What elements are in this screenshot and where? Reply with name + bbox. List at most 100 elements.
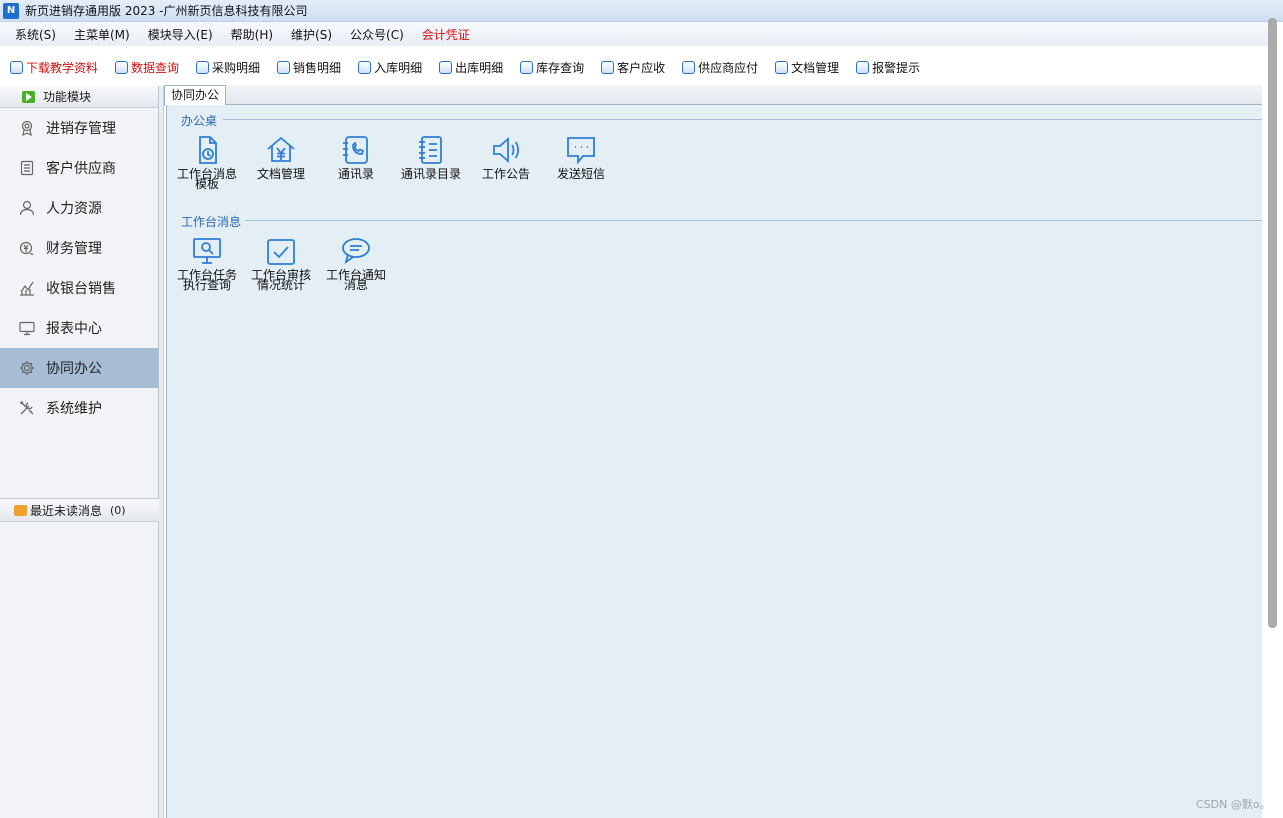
monitor-icon [19, 320, 35, 336]
toolbar-document-management[interactable]: 文档管理 [775, 59, 839, 76]
group-divider [245, 220, 1262, 221]
watermark: CSDN @默o。 [1196, 798, 1271, 811]
sidebar-item-collaboration[interactable]: 协同办公 [0, 348, 158, 388]
group-divider [223, 119, 1262, 120]
speaker-icon [493, 137, 520, 163]
tile-send-sms[interactable]: 发送短信 [541, 135, 621, 181]
clipboard-icon [19, 160, 35, 176]
group-title-workbench-messages: 工作台消息 [181, 213, 245, 230]
document-clock-icon [199, 136, 217, 164]
sidebar-item-label: 系统维护 [46, 401, 102, 417]
toolbar-label: 报警提示 [872, 60, 921, 75]
toolbar-inbound-detail[interactable]: 入库明细 [358, 59, 422, 76]
checkbox-icon [520, 60, 534, 74]
unread-count: (0) [110, 503, 126, 517]
menu-accounting-voucher[interactable]: 会计凭证 [413, 26, 479, 43]
group-title-desk: 办公桌 [181, 112, 221, 129]
menu-maintain[interactable]: 维护(S) [282, 26, 341, 43]
recent-unread-messages[interactable]: 最近未读消息 (0) [0, 498, 159, 522]
tile-label: 工作台消息 模板 [176, 167, 237, 191]
toolbar-sales-detail[interactable]: 销售明细 [277, 59, 341, 76]
play-icon [22, 90, 35, 103]
monitor-search-icon [193, 238, 221, 264]
sidebar-item-reports[interactable]: 报表中心 [0, 308, 158, 348]
sidebar-item-label: 财务管理 [46, 241, 102, 257]
medal-icon [19, 120, 35, 136]
menu-module-import[interactable]: 模块导入(E) [139, 26, 222, 43]
tab-collaboration[interactable]: 协同办公 [164, 85, 227, 106]
chart-icon [19, 280, 35, 296]
toolbar-label: 出库明细 [455, 60, 504, 75]
unread-label: 最近未读消息 [30, 503, 103, 518]
checkbox-icon [115, 60, 129, 74]
menu-official-account[interactable]: 公众号(C) [341, 26, 413, 43]
toolbar-outbound-detail[interactable]: 出库明细 [439, 59, 503, 76]
toolbar-label: 入库明细 [374, 60, 423, 75]
module-sidebar: 功能模块 进销存管理 客户供应商 人力资源 财务管理 收银台销售 报表中心 协同… [0, 86, 159, 818]
sidebar-header-label: 功能模块 [43, 90, 92, 104]
tile-label: 发送短信 [556, 167, 605, 181]
tile-document-management[interactable]: 文档管理 [241, 135, 321, 181]
toolbar-receivables[interactable]: 客户应收 [601, 59, 665, 76]
checkbox-icon [196, 60, 210, 74]
toolbar-download-materials[interactable]: 下载教学资料 [10, 59, 98, 76]
quick-toolbar: 下载教学资料 数据查询 采购明细 销售明细 入库明细 出库明细 库存查询 客户应… [0, 54, 1270, 80]
checkbox-icon [277, 60, 291, 74]
toolbar-data-query[interactable]: 数据查询 [115, 59, 179, 76]
person-icon [19, 200, 35, 216]
checkbox-icon [10, 60, 23, 74]
checkbox-icon [856, 60, 870, 74]
sidebar-item-label: 进销存管理 [46, 121, 116, 137]
message-bubble-icon [342, 238, 370, 265]
tile-contacts-directory[interactable]: 通讯录目录 [391, 135, 471, 181]
menu-help[interactable]: 帮助(H) [222, 26, 282, 43]
tile-review-statistics[interactable]: 工作台审核 情况统计 [241, 236, 321, 292]
tile-label: 通讯录目录 [400, 167, 461, 181]
sidebar-item-customers-suppliers[interactable]: 客户供应商 [0, 148, 158, 188]
collaboration-panel: 办公桌 工作台消息 模板 文档管理 通讯录 通讯录目录 工作公告 发送短信 工作… [166, 105, 1262, 818]
sidebar-item-label: 人力资源 [46, 201, 102, 217]
tile-notification-messages[interactable]: 工作台通知 消息 [316, 236, 396, 292]
app-logo-icon: N [3, 2, 19, 19]
toolbar-payables[interactable]: 供应商应付 [682, 59, 758, 76]
notebook-list-icon [419, 136, 442, 164]
sidebar-item-system-maintenance[interactable]: 系统维护 [0, 388, 158, 428]
checkbox-icon [682, 60, 696, 74]
checkbox-icon [267, 239, 295, 265]
sidebar-splitter[interactable] [159, 86, 164, 818]
toolbar-purchase-detail[interactable]: 采购明细 [196, 59, 260, 76]
toolbar-label: 采购明细 [212, 60, 261, 75]
checkbox-icon [775, 60, 789, 74]
checkbox-icon [358, 60, 372, 74]
sidebar-item-inventory[interactable]: 进销存管理 [0, 108, 158, 148]
house-yen-icon [267, 136, 295, 162]
vertical-scrollbar[interactable] [1268, 18, 1277, 628]
tile-label: 文档管理 [256, 167, 305, 181]
sidebar-item-label: 报表中心 [46, 321, 102, 337]
toolbar-stock-query[interactable]: 库存查询 [520, 59, 584, 76]
tile-task-execution-query[interactable]: 工作台任务 执行查询 [167, 236, 247, 292]
tile-contacts[interactable]: 通讯录 [316, 135, 396, 180]
tile-message-template[interactable]: 工作台消息 模板 [167, 135, 247, 191]
chat-dots-icon [567, 137, 595, 165]
toolbar-label: 文档管理 [791, 60, 840, 75]
sidebar-header: 功能模块 [0, 86, 158, 108]
tab-strip: 协同办公 [164, 85, 1262, 106]
tile-label: 工作台任务 执行查询 [176, 268, 237, 292]
tile-label: 工作台通知 消息 [325, 268, 386, 292]
toolbar-label: 数据查询 [131, 60, 180, 75]
menu-main[interactable]: 主菜单(M) [65, 26, 139, 43]
sidebar-item-hr[interactable]: 人力资源 [0, 188, 158, 228]
menu-bar: 系统(S) 主菜单(M) 模块导入(E) 帮助(H) 维护(S) 公众号(C) … [0, 22, 1270, 46]
window-title: 新页进销存通用版 2023 -广州新页信息科技有限公司 [25, 4, 308, 18]
title-bar: N 新页进销存通用版 2023 -广州新页信息科技有限公司 [0, 0, 1283, 22]
money-icon [19, 240, 35, 256]
gear-icon [19, 360, 35, 376]
tile-work-announcement[interactable]: 工作公告 [466, 135, 546, 180]
toolbar-alarm-alerts[interactable]: 报警提示 [856, 59, 920, 76]
sidebar-item-cashier-sales[interactable]: 收银台销售 [0, 268, 158, 308]
menu-system[interactable]: 系统(S) [6, 26, 65, 43]
sidebar-item-finance[interactable]: 财务管理 [0, 228, 158, 268]
tile-label: 工作台审核 情况统计 [250, 268, 311, 292]
sidebar-item-label: 收银台销售 [46, 281, 116, 297]
